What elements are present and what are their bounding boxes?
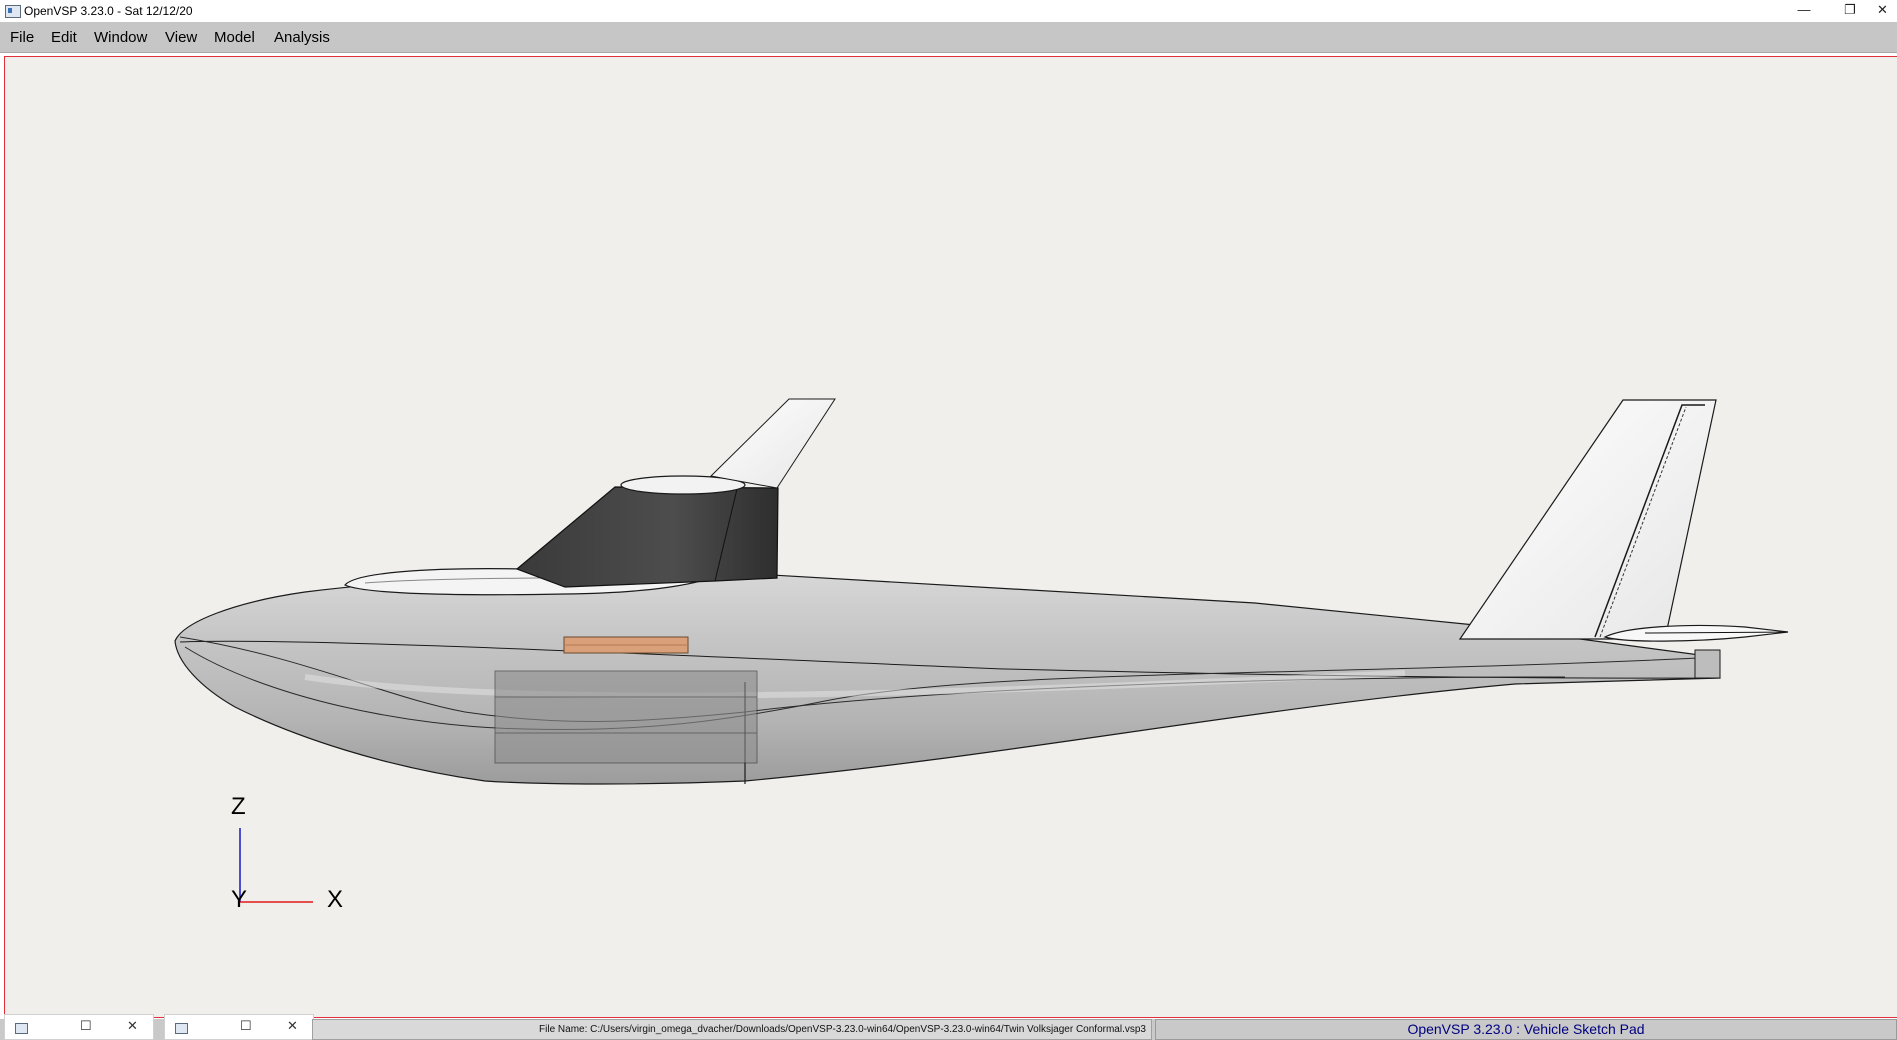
x-axis-label: X (327, 886, 344, 913)
app-icon (5, 5, 21, 18)
vertical-tail (1458, 399, 1717, 640)
restore-button[interactable]: ❐ (1830, 0, 1870, 22)
minimized-window-1[interactable]: ☐ ✕ (4, 1014, 154, 1040)
menu-window[interactable]: Window (94, 29, 147, 46)
window-icon (15, 1023, 28, 1034)
menu-model[interactable]: Model (214, 29, 255, 46)
aircraft-model-render (174, 398, 1789, 903)
menu-bar: File Edit Window View Model Analysis (0, 22, 1897, 53)
window-title: OpenVSP 3.23.0 - Sat 12/12/20 (24, 4, 193, 18)
tail-cone-box (1694, 649, 1721, 679)
menu-file[interactable]: File (10, 29, 34, 46)
file-name-field: File Name: C:/Users/virgin_omega_dvacher… (312, 1019, 1152, 1040)
restore-icon[interactable]: ☐ (80, 1018, 92, 1034)
menu-view[interactable]: View (165, 29, 197, 46)
app-name-label: OpenVSP 3.23.0 : Vehicle Sketch Pad (1155, 1019, 1897, 1040)
title-bar: OpenVSP 3.23.0 - Sat 12/12/20 — ❐ ✕ (0, 0, 1897, 22)
model-viewport[interactable]: Z Y X (4, 56, 1897, 1018)
window-icon (175, 1023, 188, 1034)
payload-box (494, 670, 758, 764)
engine-nacelle (515, 486, 779, 588)
z-axis-label: Z (231, 793, 246, 820)
menu-analysis[interactable]: Analysis (274, 29, 330, 46)
y-axis-label: Y (231, 886, 248, 913)
menu-edit[interactable]: Edit (51, 29, 77, 46)
engine-fin (709, 398, 836, 489)
restore-icon[interactable]: ☐ (240, 1018, 252, 1034)
close-icon[interactable]: ✕ (127, 1018, 138, 1034)
minimize-button[interactable]: — (1784, 0, 1824, 22)
minimized-window-2[interactable]: ☐ ✕ (164, 1014, 314, 1040)
close-button[interactable]: ✕ (1868, 0, 1897, 22)
close-icon[interactable]: ✕ (287, 1018, 298, 1034)
